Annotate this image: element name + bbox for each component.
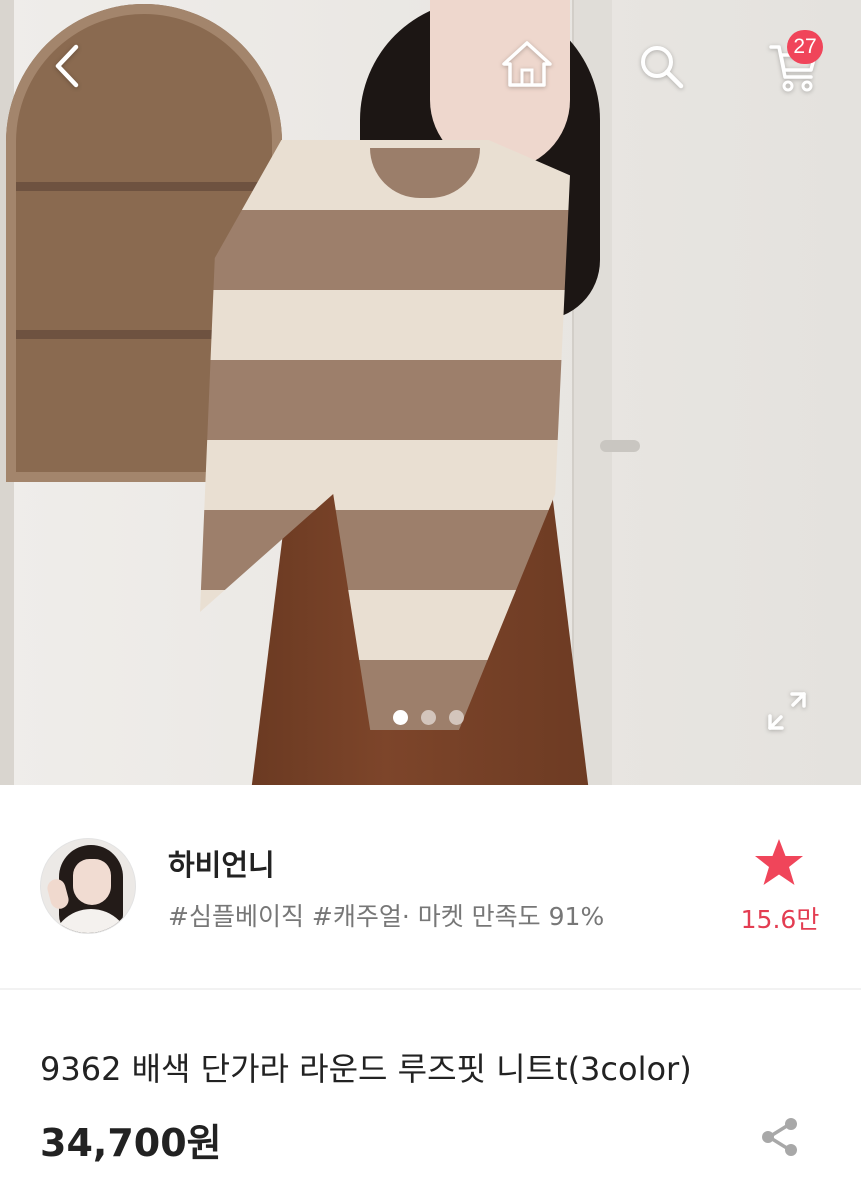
product-price: 34,700원 bbox=[40, 1121, 222, 1165]
home-icon bbox=[502, 41, 552, 87]
seller-info[interactable]: 하비언니 #심플베이직 #캐주얼· 마켓 만족도 91% 15.6만 bbox=[0, 785, 861, 990]
photo-background-handle bbox=[600, 440, 640, 452]
seller-name[interactable]: 하비언니 bbox=[168, 842, 275, 884]
home-button[interactable] bbox=[497, 36, 557, 92]
product-image-gallery[interactable]: 27 bbox=[0, 0, 861, 785]
expand-icon bbox=[768, 692, 806, 730]
search-button[interactable] bbox=[633, 38, 689, 94]
cart-count-badge: 27 bbox=[787, 30, 823, 64]
share-button[interactable] bbox=[760, 1116, 800, 1162]
search-icon bbox=[641, 46, 684, 89]
share-icon bbox=[762, 1118, 797, 1156]
gallery-dot[interactable] bbox=[421, 710, 436, 725]
gallery-pagination bbox=[393, 710, 464, 725]
expand-image-button[interactable] bbox=[760, 684, 814, 738]
favorite-count: 15.6만 bbox=[740, 905, 820, 934]
star-icon bbox=[755, 839, 803, 885]
seller-tags: #심플베이직 #캐주얼· 마켓 만족도 91% bbox=[168, 902, 605, 931]
chevron-left-icon bbox=[55, 44, 79, 88]
back-button[interactable] bbox=[40, 36, 94, 96]
gallery-dot[interactable] bbox=[449, 710, 464, 725]
product-title: 9362 배색 단가라 라운드 루즈핏 니트t(3color) bbox=[40, 1050, 692, 1088]
seller-avatar[interactable] bbox=[40, 838, 136, 934]
favorite-button[interactable] bbox=[752, 837, 806, 893]
gallery-dot-active[interactable] bbox=[393, 710, 408, 725]
